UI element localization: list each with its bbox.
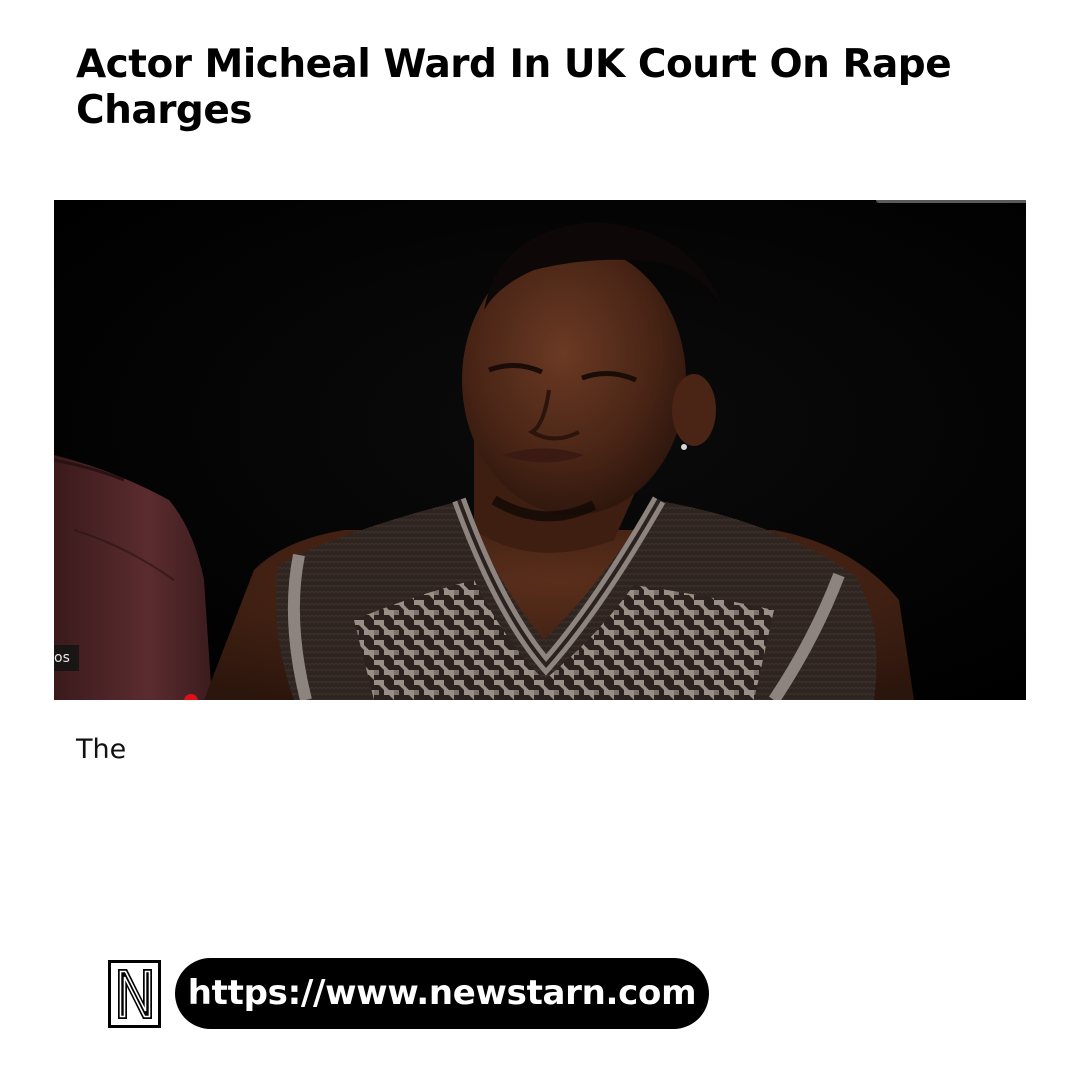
hero-photo-illustration xyxy=(54,200,1026,700)
article-body-start: The xyxy=(76,734,127,765)
article-title: Actor Micheal Ward In UK Court On Rape C… xyxy=(76,42,952,133)
logo-letter-n-icon xyxy=(117,969,152,1019)
newstarn-logo[interactable] xyxy=(108,960,161,1028)
site-url-button[interactable]: https://www.newstarn.com xyxy=(175,958,709,1029)
video-progress-bar xyxy=(876,200,1026,203)
hero-image[interactable]: os xyxy=(54,200,1026,700)
image-caption-tag: os xyxy=(54,645,79,671)
